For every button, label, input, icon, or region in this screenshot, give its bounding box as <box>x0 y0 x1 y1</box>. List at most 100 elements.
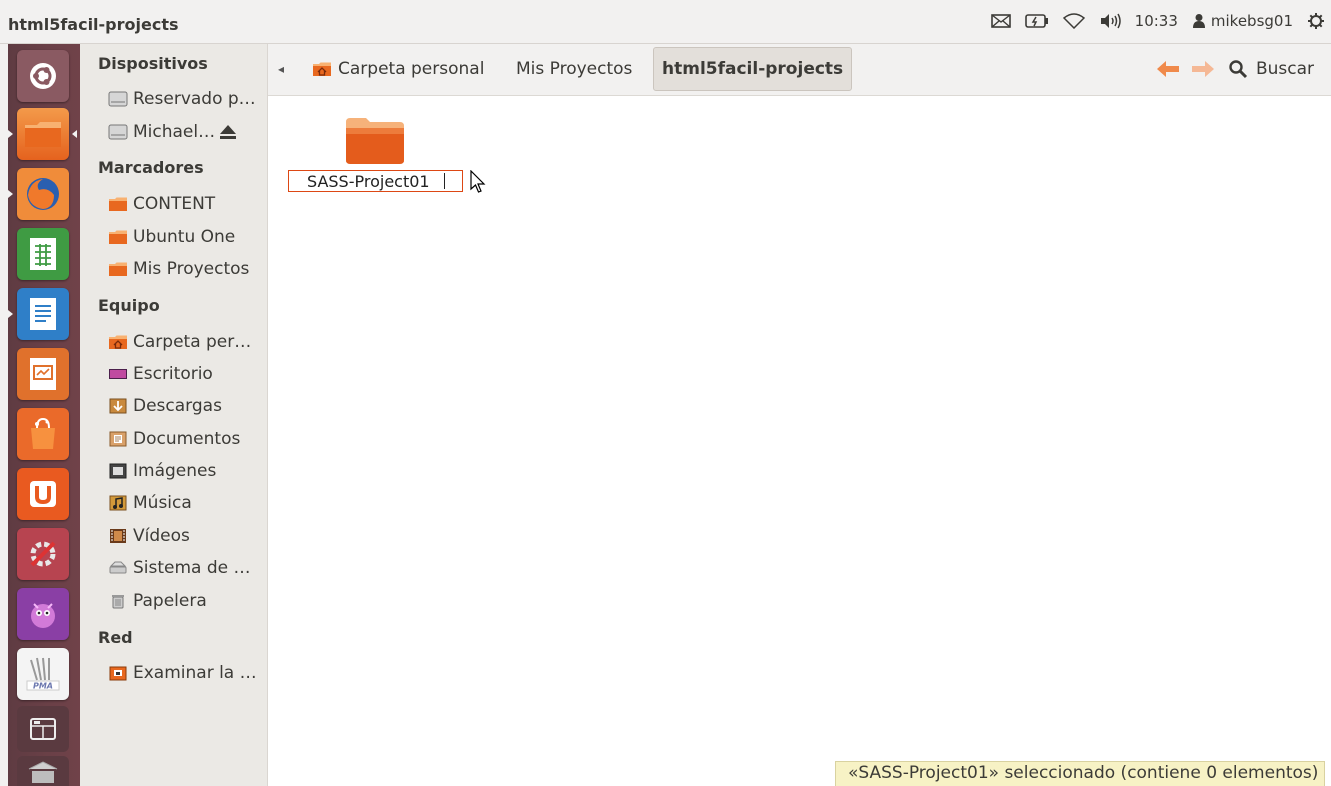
drive-icon <box>108 124 128 140</box>
sidebar-header-bookmarks: Marcadores <box>98 158 204 177</box>
sidebar-item-mis-proyectos[interactable]: Mis Proyectos <box>108 254 268 284</box>
crumb-label: Mis Proyectos <box>516 59 633 79</box>
sidebar-item-label: Papelera <box>133 591 207 611</box>
gear-power-icon <box>1308 13 1324 29</box>
indicator-area: 10:33 mikebsg01 <box>990 12 1325 30</box>
downloads-icon <box>108 398 128 414</box>
window-title: html5facil-projects <box>8 15 179 34</box>
back-button[interactable] <box>1155 56 1181 82</box>
sidebar-header-devices: Dispositivos <box>98 54 208 73</box>
sidebar-item-desktop[interactable]: Escritorio <box>108 359 268 389</box>
sidebar-item-music[interactable]: Música <box>108 488 268 518</box>
sidebar-item-michael-drive[interactable]: Michael… <box>108 117 268 147</box>
messaging-indicator[interactable] <box>990 13 1011 29</box>
battery-icon <box>1024 14 1048 28</box>
videos-icon <box>108 528 128 544</box>
top-panel: html5facil-projects 10:33 mikebsg01 <box>0 0 1331 44</box>
launcher-software-center[interactable] <box>17 408 69 460</box>
arrow-left-icon <box>1157 61 1179 77</box>
pathbar-scroll-left-button[interactable]: ◂ <box>278 62 284 76</box>
session-indicator[interactable] <box>1307 12 1325 30</box>
sidebar-item-label: Sistema de … <box>133 558 251 578</box>
mouse-cursor-icon <box>470 170 486 193</box>
search-button[interactable]: Buscar <box>1228 54 1314 84</box>
user-name: mikebsg01 <box>1210 12 1293 30</box>
sidebar-item-reserved-drive[interactable]: Reservado p… <box>108 84 268 114</box>
desktop-icon <box>108 366 128 382</box>
launcher-dash-home[interactable] <box>17 50 69 102</box>
folder-icon <box>346 118 404 164</box>
launcher-libreoffice-writer[interactable] <box>17 288 69 340</box>
envelope-icon <box>990 14 1011 28</box>
crumb-home[interactable]: Carpeta personal <box>304 47 492 91</box>
sound-indicator[interactable] <box>1099 13 1121 29</box>
sidebar-item-downloads[interactable]: Descargas <box>108 391 268 421</box>
launcher-libreoffice-calc[interactable] <box>17 228 69 280</box>
launcher-firefox[interactable] <box>17 168 69 220</box>
wifi-icon <box>1062 13 1085 29</box>
crumb-label: Carpeta personal <box>338 59 485 79</box>
crumb-html5facil-projects[interactable]: html5facil-projects <box>653 47 853 91</box>
sidebar-item-label: Mis Proyectos <box>133 259 250 279</box>
text-caret <box>444 173 445 189</box>
sidebar-item-label: Ubuntu One <box>133 227 236 247</box>
svg-text:PMA: PMA <box>33 682 53 691</box>
spreadsheet-icon <box>30 238 56 270</box>
sidebar-item-documents[interactable]: Documentos <box>108 424 268 454</box>
launcher-system-settings[interactable] <box>17 528 69 580</box>
launcher-libreoffice-impress[interactable] <box>17 348 69 400</box>
sidebar-item-content[interactable]: CONTENT <box>108 189 268 219</box>
launcher-pidgin[interactable] <box>17 588 69 640</box>
running-pip <box>8 310 13 318</box>
file-view[interactable] <box>268 96 1331 786</box>
ubuntu-one-icon <box>30 481 56 507</box>
launcher-trash[interactable] <box>17 756 69 786</box>
sidebar-item-label: Documentos <box>133 429 241 449</box>
phpmyadmin-icon: PMA <box>26 657 60 691</box>
firefox-icon <box>27 178 59 210</box>
speaker-icon <box>1100 13 1121 29</box>
sidebar-item-label: Escritorio <box>133 364 213 384</box>
home-folder-icon <box>108 334 128 350</box>
presentation-icon <box>30 358 56 390</box>
network-indicator[interactable] <box>1062 13 1085 29</box>
pictures-icon <box>108 463 128 479</box>
running-pip <box>8 190 13 198</box>
crumb-label: html5facil-projects <box>662 59 844 79</box>
sidebar-item-label: Imágenes <box>133 461 217 481</box>
launcher-files[interactable] <box>17 108 69 160</box>
search-label: Buscar <box>1256 59 1315 79</box>
sidebar-item-label: Música <box>133 493 192 513</box>
places-sidebar: Dispositivos Reservado p… Michael… Marca… <box>80 44 268 786</box>
status-bar: «SASS-Project01» seleccionado (contiene … <box>835 761 1325 786</box>
pidgin-icon <box>31 603 55 628</box>
user-indicator[interactable]: mikebsg01 <box>1192 12 1293 30</box>
ubuntu-logo-icon <box>30 63 56 89</box>
sidebar-item-trash[interactable]: Papelera <box>108 586 268 616</box>
sidebar-item-home[interactable]: Carpeta per… <box>108 327 268 357</box>
sidebar-item-videos[interactable]: Vídeos <box>108 521 268 551</box>
sidebar-item-browse-network[interactable]: Examinar la … <box>108 658 268 688</box>
folder-icon <box>108 261 128 277</box>
folder-icon <box>25 122 61 147</box>
eject-icon[interactable] <box>218 123 238 145</box>
shopping-bag-icon <box>31 417 55 449</box>
settings-tools-icon <box>30 541 56 567</box>
clock-indicator[interactable]: 10:33 <box>1135 12 1178 30</box>
crumb-mis-proyectos[interactable]: Mis Proyectos <box>508 47 640 91</box>
launcher-ubuntu-one[interactable] <box>17 468 69 520</box>
folder-item[interactable] <box>288 114 486 194</box>
folder-icon <box>108 196 128 212</box>
folder-icon <box>108 229 128 245</box>
forward-button[interactable] <box>1190 56 1216 82</box>
focused-pip <box>72 130 77 138</box>
sidebar-item-pictures[interactable]: Imágenes <box>108 456 268 486</box>
document-icon <box>30 298 56 330</box>
launcher-workspace-switcher[interactable] <box>17 706 69 752</box>
rename-input[interactable] <box>288 170 463 192</box>
launcher-phpmyadmin[interactable]: PMA <box>17 648 69 700</box>
sidebar-item-filesystem[interactable]: Sistema de … <box>108 553 268 583</box>
battery-indicator[interactable] <box>1024 13 1049 29</box>
network-icon <box>108 665 128 681</box>
sidebar-item-ubuntu-one[interactable]: Ubuntu One <box>108 222 268 252</box>
